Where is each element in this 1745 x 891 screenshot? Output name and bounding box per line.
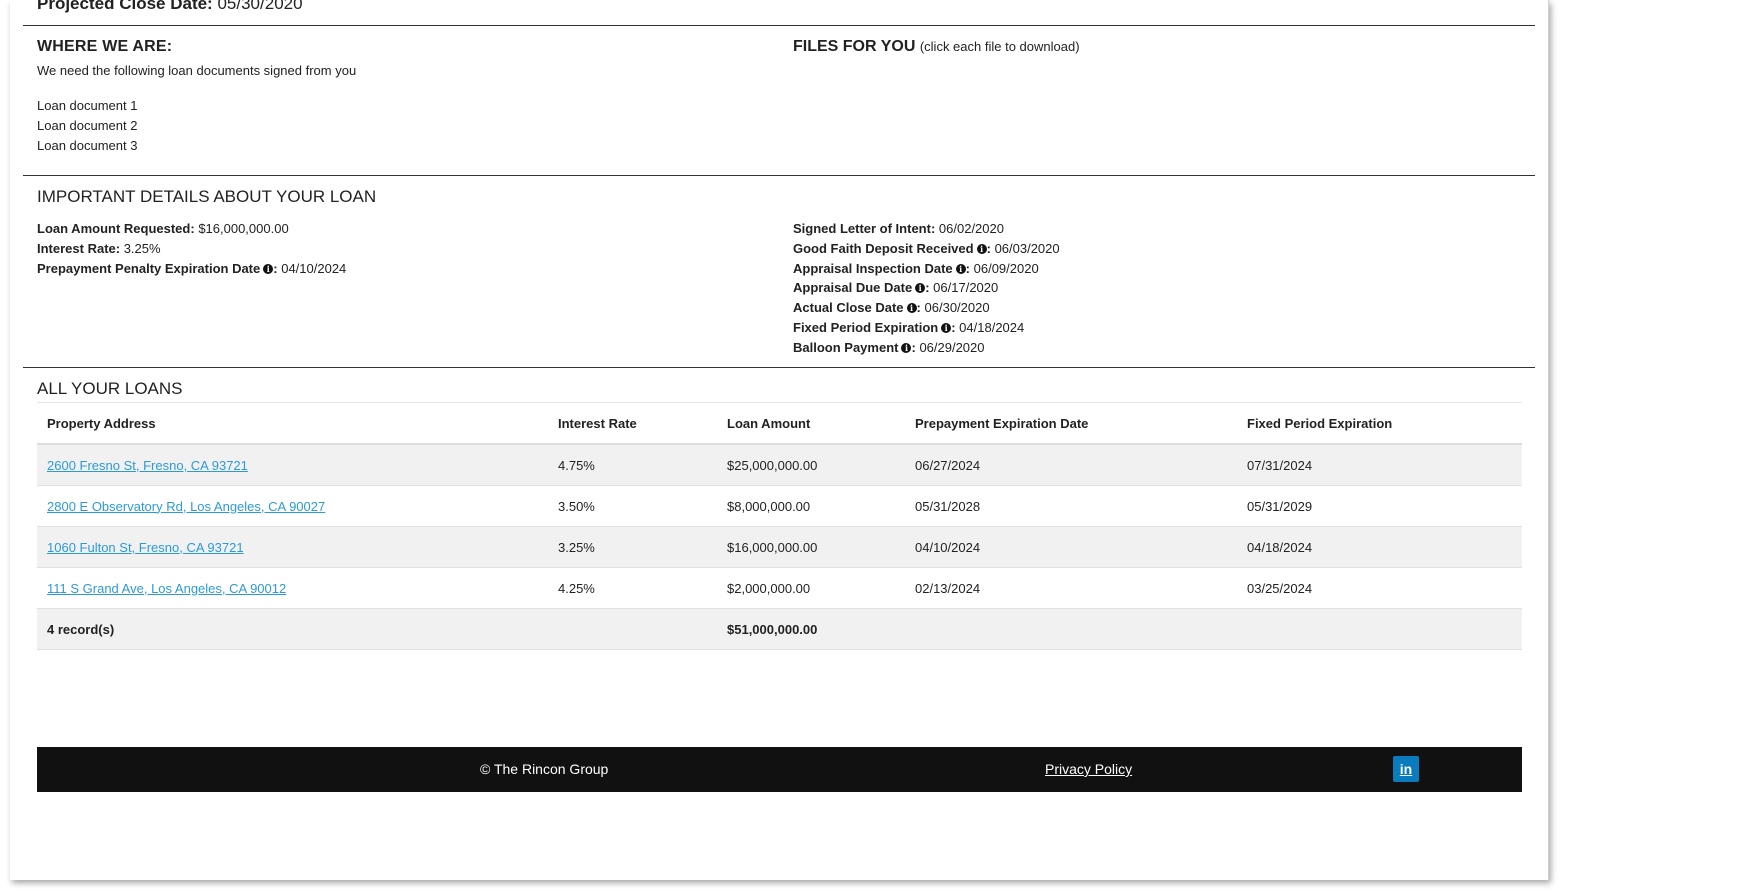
files-title: FILES FOR YOU bbox=[793, 38, 916, 55]
detail-row-actual-close: Actual Close Date i: 06/30/2020 bbox=[793, 300, 990, 316]
detail-value: 04/18/2024 bbox=[959, 319, 1025, 335]
detail-label: Appraisal Due Date bbox=[793, 280, 913, 296]
record-count: 4 record(s) bbox=[37, 608, 548, 650]
all-loans-heading: ALL YOUR LOANS bbox=[37, 379, 183, 398]
column-header[interactable]: Interest Rate bbox=[548, 402, 717, 445]
files-note: (click each file to download) bbox=[919, 39, 1080, 54]
detail-value: 06/30/2020 bbox=[924, 300, 990, 316]
column-header[interactable]: Loan Amount bbox=[717, 402, 905, 445]
info-icon[interactable]: i bbox=[915, 283, 926, 294]
column-header[interactable]: Property Address bbox=[37, 402, 548, 445]
detail-row-appraisal-inspection: Appraisal Inspection Date i: 06/09/2020 bbox=[793, 260, 1039, 276]
table-row: 111 S Grand Ave, Los Angeles, CA 90012 4… bbox=[37, 567, 1522, 609]
prepayment-date-cell: 06/27/2024 bbox=[905, 444, 1237, 486]
loan-details-right: Signed Letter of Intent: 06/02/2020 Good… bbox=[793, 219, 1060, 358]
table-header-row: Property Address Interest Rate Loan Amou… bbox=[37, 402, 1522, 445]
detail-label: Loan Amount Requested: bbox=[37, 221, 195, 236]
where-we-are-subtitle: We need the following loan documents sig… bbox=[37, 63, 357, 78]
table-row: 1060 Fulton St, Fresno, CA 93721 3.25% $… bbox=[37, 526, 1522, 568]
table-footer-row: 4 record(s) $51,000,000.00 bbox=[37, 608, 1522, 650]
fixed-period-cell: 07/31/2024 bbox=[1237, 444, 1522, 486]
projected-close-label: Projected Close Date: bbox=[37, 0, 213, 13]
loan-amount-cell: $25,000,000.00 bbox=[717, 444, 905, 486]
detail-value: 04/10/2024 bbox=[281, 260, 347, 276]
detail-row-interest-rate: Interest Rate: 3.25% bbox=[37, 239, 346, 259]
loans-table: Property Address Interest Rate Loan Amou… bbox=[37, 402, 1522, 650]
column-header[interactable]: Prepayment Expiration Date bbox=[905, 402, 1237, 445]
loan-amount-cell: $8,000,000.00 bbox=[717, 485, 905, 527]
info-icon[interactable]: i bbox=[263, 263, 274, 274]
detail-label: Actual Close Date bbox=[793, 300, 904, 316]
fixed-period-cell: 04/18/2024 bbox=[1237, 526, 1522, 568]
table-row: 2600 Fresno St, Fresno, CA 93721 4.75% $… bbox=[37, 444, 1522, 486]
loan-details-left: Loan Amount Requested: $16,000,000.00 In… bbox=[37, 219, 346, 278]
empty-cell bbox=[1237, 608, 1522, 650]
detail-value: 06/17/2020 bbox=[933, 280, 999, 296]
detail-value: 06/09/2020 bbox=[973, 260, 1039, 276]
loan-documents-list: Loan document 1 Loan document 2 Loan doc… bbox=[37, 96, 137, 156]
detail-label: Signed Letter of Intent: bbox=[793, 221, 936, 236]
interest-rate-cell: 3.25% bbox=[548, 526, 717, 568]
table-row: 2800 E Observatory Rd, Los Angeles, CA 9… bbox=[37, 485, 1522, 527]
property-address-link[interactable]: 1060 Fulton St, Fresno, CA 93721 bbox=[47, 540, 244, 555]
prepayment-date-cell: 05/31/2028 bbox=[905, 485, 1237, 527]
detail-row-loan-amount: Loan Amount Requested: $16,000,000.00 bbox=[37, 219, 346, 239]
loan-details-heading: IMPORTANT DETAILS ABOUT YOUR LOAN bbox=[37, 187, 377, 206]
detail-label: Fixed Period Expiration bbox=[793, 319, 939, 335]
column-header[interactable]: Fixed Period Expiration bbox=[1237, 402, 1522, 445]
detail-label: Interest Rate: bbox=[37, 240, 121, 256]
detail-row-fixed-period: Fixed Period Expiration i: 04/18/2024 bbox=[793, 319, 1025, 335]
divider bbox=[23, 367, 1535, 368]
detail-row-prepayment-expiration: Prepayment Penalty Expiration Date i: 04/… bbox=[37, 260, 347, 276]
detail-value: 06/02/2020 bbox=[938, 221, 1004, 236]
property-address-link[interactable]: 2800 E Observatory Rd, Los Angeles, CA 9… bbox=[47, 499, 325, 514]
projected-close-date: Projected Close Date: 05/30/2020 bbox=[37, 0, 303, 14]
loan-amount-cell: $16,000,000.00 bbox=[717, 526, 905, 568]
prepayment-date-cell: 04/10/2024 bbox=[905, 526, 1237, 568]
info-icon[interactable]: i bbox=[941, 322, 952, 333]
empty-cell bbox=[548, 608, 717, 650]
page: Projected Close Date: 05/30/2020 WHERE W… bbox=[10, 0, 1549, 880]
property-address-link[interactable]: 2600 Fresno St, Fresno, CA 93721 bbox=[47, 458, 248, 473]
detail-label: Prepayment Penalty Expiration Date bbox=[37, 260, 261, 276]
fixed-period-cell: 05/31/2029 bbox=[1237, 485, 1522, 527]
info-icon[interactable]: i bbox=[901, 342, 912, 353]
loan-amount-cell: $2,000,000.00 bbox=[717, 567, 905, 609]
empty-cell bbox=[905, 608, 1237, 650]
prepayment-date-cell: 02/13/2024 bbox=[905, 567, 1237, 609]
projected-close-value: 05/30/2020 bbox=[217, 0, 303, 13]
detail-value: 06/03/2020 bbox=[994, 240, 1060, 256]
detail-value: 3.25% bbox=[123, 240, 161, 256]
detail-row-balloon-payment: Balloon Payment i: 06/29/2020 bbox=[793, 339, 985, 355]
site-footer: © The Rincon Group Privacy Policy in bbox=[37, 747, 1522, 792]
privacy-policy-link[interactable]: Privacy Policy bbox=[1045, 761, 1132, 777]
detail-row-appraisal-due: Appraisal Due Date i: 06/17/2020 bbox=[793, 280, 999, 296]
detail-label: Balloon Payment bbox=[793, 339, 899, 355]
info-icon[interactable]: i bbox=[955, 263, 966, 274]
property-address-link[interactable]: 111 S Grand Ave, Los Angeles, CA 90012 bbox=[47, 581, 286, 596]
interest-rate-cell: 4.75% bbox=[548, 444, 717, 486]
info-icon[interactable]: i bbox=[976, 243, 987, 254]
detail-row-good-faith-deposit: Good Faith Deposit Received i: 06/03/2020 bbox=[793, 240, 1060, 256]
divider bbox=[23, 175, 1535, 176]
loan-document-item: Loan document 1 bbox=[37, 98, 138, 113]
where-we-are-heading: WHERE WE ARE: bbox=[37, 38, 173, 55]
divider bbox=[23, 25, 1535, 26]
files-for-you-heading: FILES FOR YOU (click each file to downlo… bbox=[793, 38, 1080, 56]
detail-row-signed-loi: Signed Letter of Intent: 06/02/2020 bbox=[793, 219, 1060, 239]
info-icon[interactable]: i bbox=[906, 303, 917, 314]
copyright-text: © The Rincon Group bbox=[480, 761, 609, 777]
interest-rate-cell: 3.50% bbox=[548, 485, 717, 527]
fixed-period-cell: 03/25/2024 bbox=[1237, 567, 1522, 609]
total-amount: $51,000,000.00 bbox=[717, 608, 905, 650]
loan-document-item: Loan document 2 bbox=[37, 118, 138, 133]
detail-value: $16,000,000.00 bbox=[198, 221, 289, 236]
interest-rate-cell: 4.25% bbox=[548, 567, 717, 609]
detail-label: Appraisal Inspection Date bbox=[793, 260, 953, 276]
detail-value: 06/29/2020 bbox=[919, 339, 985, 355]
loan-document-item: Loan document 3 bbox=[37, 138, 138, 153]
linkedin-icon[interactable]: in bbox=[1393, 756, 1419, 782]
detail-label: Good Faith Deposit Received bbox=[793, 240, 974, 256]
